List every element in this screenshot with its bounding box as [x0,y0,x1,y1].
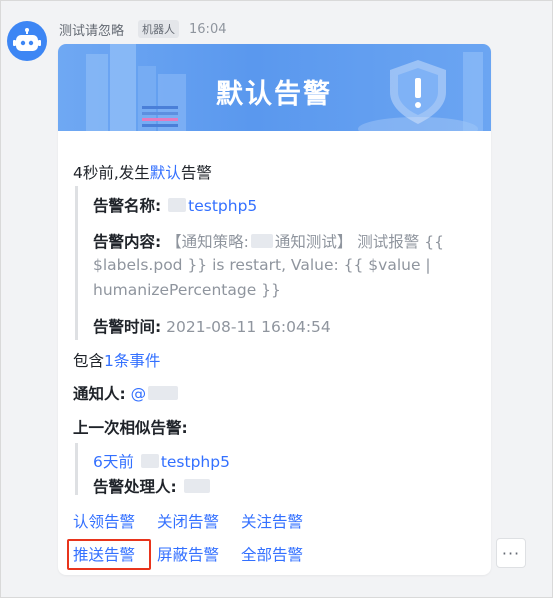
last-similar-link-row: 6天前 testphp5 [93,450,230,472]
handler-row: 告警处理人: [93,475,212,497]
last-similar-quote-bar [75,443,78,495]
alert-name-label: 告警名称: [93,197,162,215]
alert-time-value: 2021-08-11 16:04:54 [166,318,331,336]
chat-window: 测试请忽略 机器人 16:04 默认告警 4秒前,发生默认告警 告警名称: te… [0,0,553,598]
intro-prefix: 4秒前,发生 [73,164,150,182]
redacted-block [250,234,273,248]
alert-content-line1: 【通知策略: [166,233,249,251]
mute-alert-button[interactable]: 屏蔽告警 [157,543,219,565]
alert-card: 默认告警 4秒前,发生默认告警 告警名称: testphp5 告警内容: 【通知… [58,44,491,575]
last-similar-name-link[interactable]: testphp5 [161,453,230,471]
intro-link-default[interactable]: 默认 [150,164,181,182]
robot-icon [13,28,41,51]
message-header: 测试请忽略 机器人 16:04 [59,19,226,39]
contains-prefix: 包含 [73,352,105,370]
redacted-block [140,454,159,468]
contains-events-link[interactable]: 1条事件 [104,352,160,370]
follow-alert-button[interactable]: 关注告警 [241,510,303,532]
robot-avatar[interactable] [7,21,47,61]
all-alerts-button[interactable]: 全部告警 [241,543,303,565]
alert-detail-quote-bar [75,186,78,340]
alert-time-row: 告警时间: 2021-08-11 16:04:54 [93,315,331,337]
redacted-block [168,198,187,212]
claim-alert-button[interactable]: 认领告警 [73,510,135,532]
alert-name-link[interactable]: testphp5 [188,197,257,215]
alert-content-label: 告警内容: [93,233,162,251]
close-alert-button[interactable]: 关闭告警 [157,510,219,532]
message-time: 16:04 [189,21,227,37]
notify-row: 通知人: @ [73,382,180,404]
intro-suffix: 告警 [180,164,212,182]
alert-content-line2: $labels.pod }} is restart, Value: {{ $va… [93,256,431,274]
alert-time-label: 告警时间: [93,318,162,336]
robot-badge: 机器人 [138,20,180,38]
banner-title: 默认告警 [216,79,332,110]
notify-mention[interactable]: @ [131,385,147,403]
contains-row: 包含1条事件 [73,349,160,371]
more-actions-button[interactable]: ··· [496,538,526,568]
last-similar-label: 上一次相似告警: [73,419,188,437]
alert-name-row: 告警名称: testphp5 [93,194,257,216]
alert-banner: 默认告警 [58,44,491,131]
alert-intro: 4秒前,发生默认告警 [73,161,212,183]
redacted-block [183,479,210,493]
handler-label: 告警处理人: [93,478,177,496]
alert-content-line3: humanizePercentage }} [93,281,281,299]
last-similar-time-link[interactable]: 6天前 [93,453,134,471]
alert-content-row: 告警内容: 【通知策略: 通知测试】 测试报警 {{ [93,230,444,252]
alert-content-line1b: 通知测试】 测试报警 {{ [274,233,444,251]
notify-label: 通知人: [73,385,126,403]
push-alert-highlight [67,539,151,570]
sender-name[interactable]: 测试请忽略 [59,20,124,39]
redacted-block [148,386,179,400]
